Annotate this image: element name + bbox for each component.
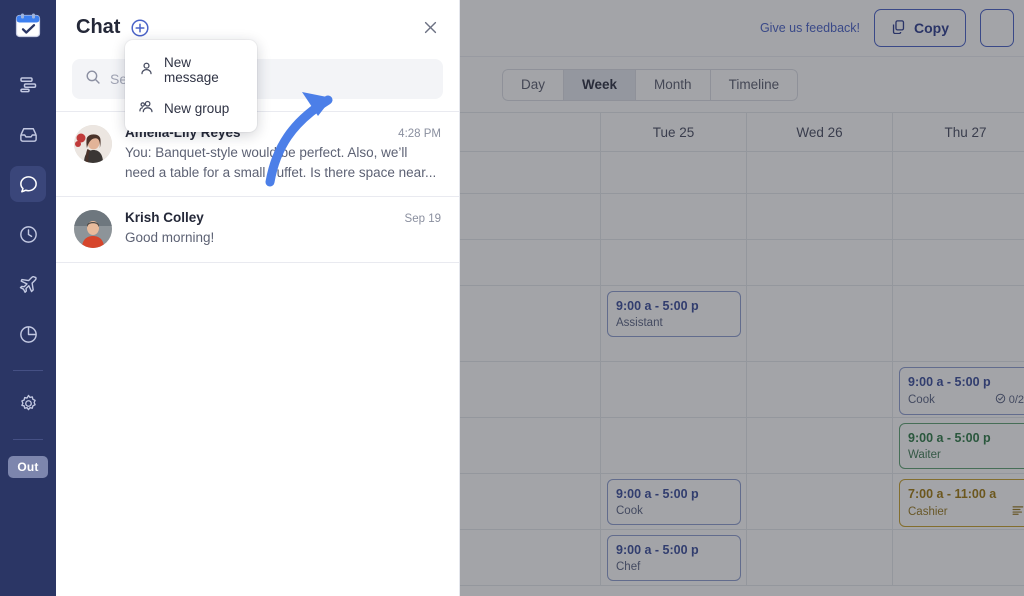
bars-gantt-icon bbox=[18, 74, 38, 94]
plus-circle-icon[interactable] bbox=[130, 18, 150, 38]
sidebar-item-timeoff[interactable] bbox=[10, 266, 46, 302]
menu-item-new-group[interactable]: New group bbox=[125, 92, 257, 124]
chat-item-body: Krish Colley Sep 19 Good morning! bbox=[125, 210, 441, 248]
app-root: Out Give us feedback! Copy Day Week Mont… bbox=[0, 0, 1024, 596]
gear-icon bbox=[18, 393, 39, 414]
inbox-icon bbox=[18, 124, 39, 145]
chat-item-body: Amelia-Lily Reyes4:28 PMYou: Banquet-sty… bbox=[125, 125, 441, 182]
chat-panel-header: Chat bbox=[56, 0, 459, 55]
sidebar-item-settings[interactable] bbox=[10, 385, 46, 421]
people-icon bbox=[139, 99, 154, 117]
close-icon[interactable] bbox=[419, 17, 441, 39]
chat-bubble-icon bbox=[18, 174, 39, 195]
chat-timestamp: 4:28 PM bbox=[390, 128, 441, 140]
search-icon bbox=[85, 69, 101, 90]
menu-item-new-message[interactable]: New message bbox=[125, 48, 257, 92]
chat-conversation-list: Amelia-Lily Reyes4:28 PMYou: Banquet-sty… bbox=[56, 111, 459, 263]
rail-divider-bottom bbox=[13, 439, 43, 440]
rail-divider-top bbox=[13, 370, 43, 371]
chat-message-preview: Good morning! bbox=[125, 228, 441, 248]
chat-list-item[interactable]: Amelia-Lily Reyes4:28 PMYou: Banquet-sty… bbox=[56, 112, 459, 197]
chat-list-item[interactable]: Krish Colley Sep 19 Good morning! bbox=[56, 197, 459, 263]
chat-panel: Chat bbox=[56, 0, 460, 596]
clock-icon bbox=[18, 224, 39, 245]
sidebar-item-chat[interactable] bbox=[10, 166, 46, 202]
sidebar-item-schedule[interactable] bbox=[10, 66, 46, 102]
menu-item-new-group-label: New group bbox=[164, 101, 229, 116]
chat-message-preview: You: Banquet-style would be perfect. Als… bbox=[125, 143, 441, 182]
airplane-icon bbox=[18, 274, 39, 295]
sidebar-item-timeclock[interactable] bbox=[10, 216, 46, 252]
sidebar-item-reports[interactable] bbox=[10, 316, 46, 352]
chat-search-container bbox=[56, 55, 459, 111]
avatar bbox=[74, 210, 112, 248]
new-chat-dropdown-menu: New message New group bbox=[125, 40, 257, 132]
left-nav-rail: Out bbox=[0, 0, 56, 596]
chat-contact-name: Krish Colley bbox=[125, 210, 204, 225]
calendar-check-logo-icon[interactable] bbox=[12, 10, 44, 42]
chat-item-header: Krish Colley Sep 19 bbox=[125, 210, 441, 225]
pie-chart-icon bbox=[18, 324, 39, 345]
page-title: Chat bbox=[76, 16, 120, 39]
chat-timestamp: Sep 19 bbox=[397, 213, 441, 225]
person-icon bbox=[139, 61, 154, 79]
out-status-badge[interactable]: Out bbox=[8, 456, 47, 478]
menu-item-new-message-label: New message bbox=[164, 55, 243, 85]
avatar bbox=[74, 125, 112, 163]
sidebar-item-inbox[interactable] bbox=[10, 116, 46, 152]
